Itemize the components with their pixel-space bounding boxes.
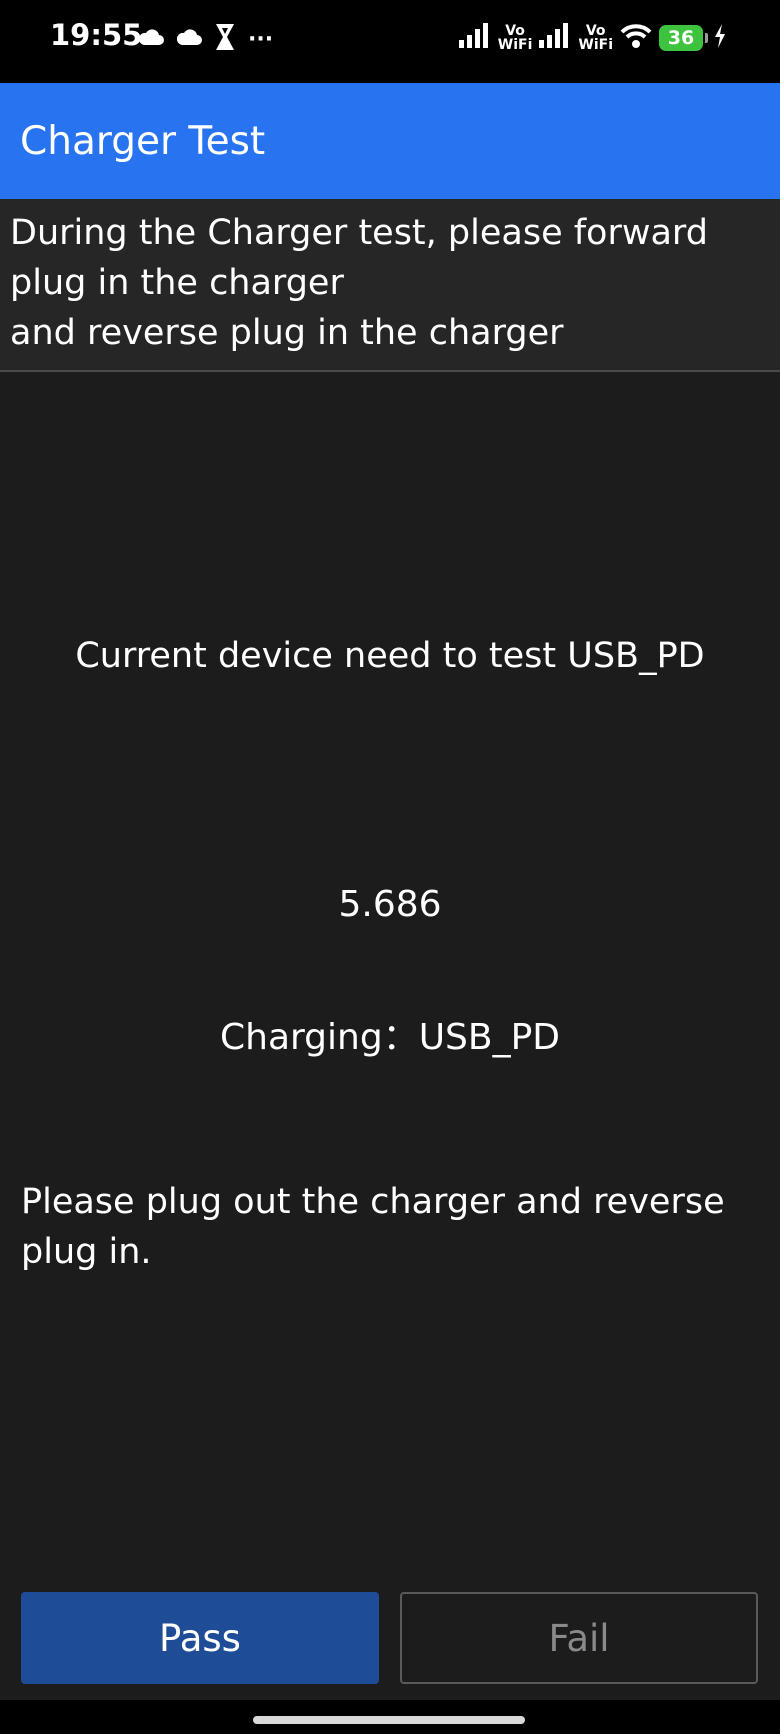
signal-icon bbox=[539, 23, 571, 53]
status-time: 19:55 bbox=[50, 18, 143, 52]
status-bar: 19:55 ··· Vo WiFi Vo WiFi 36 bbox=[0, 0, 780, 83]
vowifi-icon: Vo WiFi bbox=[497, 23, 533, 53]
instruction-line-3: and reverse plug in the charger bbox=[10, 313, 564, 353]
charging-bolt-icon bbox=[714, 24, 726, 52]
system-icons: Vo WiFi Vo WiFi 36 bbox=[458, 18, 726, 58]
fail-button-label: Fail bbox=[548, 1616, 610, 1660]
notification-icons: ··· bbox=[138, 22, 273, 56]
instruction-line-1: During the Charger test, please forward bbox=[10, 213, 708, 253]
pass-button[interactable]: Pass bbox=[21, 1592, 379, 1684]
home-indicator[interactable] bbox=[253, 1716, 525, 1724]
charger-reading: 5.686 bbox=[338, 884, 442, 925]
page-title: Charger Test bbox=[20, 119, 266, 164]
prompt-line-2: plug in. bbox=[21, 1232, 152, 1272]
prompt-line-1: Please plug out the charger and reverse bbox=[21, 1182, 725, 1222]
charging-status: Charging：USB_PD bbox=[219, 1017, 561, 1058]
test-instructions: During the Charger test, please forward … bbox=[0, 199, 780, 372]
signal-icon bbox=[458, 23, 491, 53]
battery-icon: 36 bbox=[659, 25, 708, 51]
vowifi-icon: Vo WiFi bbox=[578, 23, 613, 53]
gesture-nav-bar bbox=[0, 1700, 780, 1734]
device-test-text: Current device need to test USB_PD bbox=[75, 636, 705, 676]
cloud-icon bbox=[176, 28, 202, 50]
instruction-line-2: plug in the charger bbox=[10, 263, 344, 303]
fail-button[interactable]: Fail bbox=[400, 1592, 758, 1684]
more-icon: ··· bbox=[248, 26, 274, 52]
cloud-icon bbox=[138, 28, 164, 50]
wifi-icon bbox=[620, 23, 652, 53]
app-bar: Charger Test bbox=[0, 83, 780, 199]
pass-button-label: Pass bbox=[159, 1616, 241, 1660]
screen: 19:55 ··· Vo WiFi Vo WiFi 36 Charger Tes… bbox=[0, 0, 780, 1734]
app-notification-icon bbox=[214, 22, 236, 56]
